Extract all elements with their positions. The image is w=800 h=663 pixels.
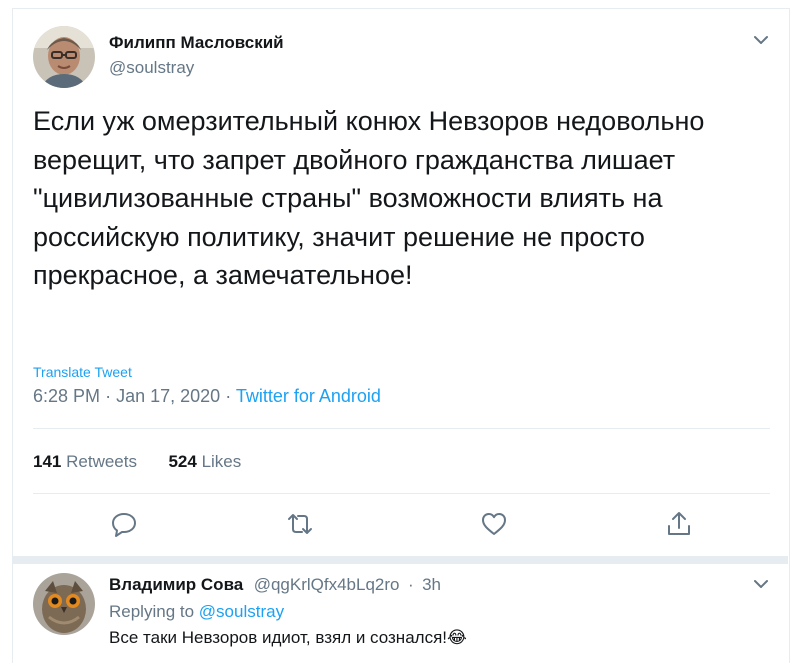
chevron-down-icon[interactable]: [750, 573, 772, 595]
reply-header: Владимир Сова @qgKrlQfx4bLq2ro · 3h: [109, 575, 441, 595]
reply-author-handle[interactable]: @qgKrlQfx4bLq2ro: [254, 575, 400, 594]
likes-stat[interactable]: 524 Likes: [168, 452, 241, 471]
reply-separator: ·: [407, 575, 414, 594]
author-name[interactable]: Филипп Масловский: [109, 33, 284, 53]
like-icon[interactable]: [479, 509, 509, 539]
reply-icon[interactable]: [109, 509, 139, 539]
reply-author-name[interactable]: Владимир Сова: [109, 575, 243, 594]
translate-tweet-link[interactable]: Translate Tweet: [33, 364, 132, 380]
author-handle[interactable]: @soulstray: [109, 58, 194, 78]
divider: [33, 493, 770, 494]
tweet-text: Если уж омерзительный конюх Невзоров нед…: [33, 106, 705, 290]
reply-text-body: Все таки Невзоров идиот, взял и сознался…: [109, 628, 447, 647]
likes-label: Likes: [201, 452, 242, 471]
tears-of-joy-emoji: 😂: [447, 628, 467, 647]
thread-separator: [12, 556, 788, 564]
meta-separator: ·: [225, 386, 232, 406]
tweet-stats: 141 Retweets 524 Likes: [33, 452, 241, 472]
replying-to: Replying to @soulstray: [109, 602, 284, 622]
retweets-stat[interactable]: 141 Retweets: [33, 452, 137, 471]
reply-text: Все таки Невзоров идиот, взял и сознался…: [109, 628, 467, 648]
reply-author-avatar[interactable]: [33, 573, 95, 635]
divider: [33, 428, 770, 429]
chevron-down-icon[interactable]: [750, 29, 772, 51]
tweet-meta: 6:28 PM · Jan 17, 2020 · Twitter for And…: [33, 386, 381, 407]
tweet-date[interactable]: Jan 17, 2020: [116, 386, 220, 406]
replying-to-handle[interactable]: @soulstray: [199, 602, 284, 621]
tweet-source[interactable]: Twitter for Android: [236, 386, 381, 406]
retweet-icon[interactable]: [285, 509, 315, 539]
replying-to-label: Replying to: [109, 602, 195, 621]
reply-age[interactable]: 3h: [422, 575, 441, 594]
tweet-time[interactable]: 6:28 PM: [33, 386, 100, 406]
retweets-count: 141: [33, 452, 62, 471]
likes-count: 524: [168, 452, 197, 471]
meta-separator: ·: [105, 386, 112, 406]
author-avatar[interactable]: [33, 26, 95, 88]
share-icon[interactable]: [664, 509, 694, 539]
retweets-label: Retweets: [66, 452, 137, 471]
